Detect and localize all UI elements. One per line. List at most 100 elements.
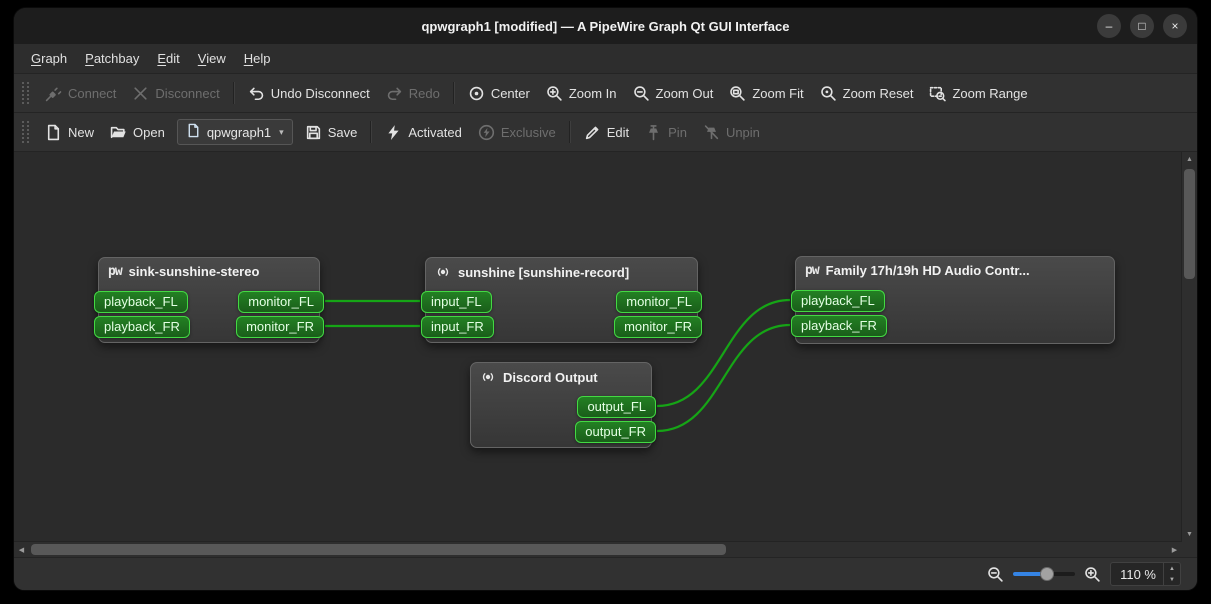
zoom-range-button[interactable]: Zoom Range [921, 81, 1035, 106]
port-playback-fr[interactable]: playback_FR [94, 316, 190, 338]
horizontal-scrollbar[interactable]: ◀ ▶ [14, 541, 1182, 557]
patchbay-file-icon [186, 123, 201, 141]
exclusive-icon [478, 124, 495, 141]
redo-label: Redo [408, 85, 440, 101]
canvas-area: pw sink-sunshine-stereo playback_FL playbac… [14, 152, 1197, 557]
zoom-out-status-icon[interactable] [987, 566, 1004, 583]
vertical-scroll-track[interactable] [1182, 167, 1197, 527]
zoom-out-button[interactable]: Zoom Out [625, 81, 722, 106]
minimize-icon: – [1105, 19, 1113, 33]
zoom-out-icon [633, 85, 650, 102]
node-title: Discord Output [503, 369, 598, 385]
node-sunshine-sunshine-record[interactable]: sunshine [sunshine-record] input_FL input_… [421, 257, 702, 343]
zoom-in-label: Zoom In [568, 85, 617, 101]
zoom-slider[interactable] [1013, 567, 1076, 581]
connect-label: Connect [68, 85, 117, 101]
vertical-scroll-thumb[interactable] [1184, 169, 1195, 279]
scroll-right-arrow-icon[interactable]: ▶ [1167, 542, 1182, 557]
zoom-reset-label: Zoom Reset [842, 85, 914, 101]
vertical-scrollbar[interactable]: ▲ ▼ [1181, 152, 1197, 542]
port-output-fl[interactable]: output_FL [577, 396, 656, 418]
redo-button[interactable]: Redo [378, 81, 448, 106]
menu-graph[interactable]: Graph [22, 47, 76, 70]
zoom-slider-handle[interactable] [1040, 567, 1055, 581]
exclusive-label: Exclusive [500, 124, 556, 140]
menu-patchbay[interactable]: Patchbay [76, 47, 148, 70]
horizontal-scroll-track[interactable] [29, 542, 1167, 557]
zoom-spin-down-icon[interactable]: ▼ [1164, 574, 1180, 585]
port-monitor-fl[interactable]: monitor_FL [616, 291, 702, 313]
close-button[interactable]: × [1163, 14, 1187, 38]
port-playback-fl[interactable]: playback_FL [94, 291, 188, 313]
patchbay-combobox[interactable]: qpwgraph1 ▾ [176, 119, 293, 145]
connect-icon [45, 85, 62, 102]
unpin-button[interactable]: Unpin [695, 120, 768, 145]
new-label: New [68, 124, 95, 140]
port-output-fr[interactable]: output_FR [575, 421, 656, 443]
menu-help[interactable]: Help [235, 47, 280, 70]
save-icon [305, 124, 322, 141]
minimize-button[interactable]: – [1097, 14, 1121, 38]
undo-disconnect-button[interactable]: Undo Disconnect [240, 81, 378, 106]
disconnect-button[interactable]: Disconnect [124, 81, 227, 106]
node-title: sink-sunshine-stereo [128, 264, 260, 279]
zoom-reset-button[interactable]: Zoom Reset [812, 81, 922, 106]
zoom-spin-up-icon[interactable]: ▲ [1164, 563, 1180, 574]
maximize-button[interactable]: □ [1130, 14, 1154, 38]
horizontal-scroll-thumb[interactable] [31, 544, 726, 555]
zoom-value: 110 % [1120, 566, 1156, 582]
scrollbar-corner [1182, 542, 1197, 557]
port-playback-fl[interactable]: playback_FL [791, 290, 885, 312]
record-icon [480, 369, 496, 385]
open-icon [110, 124, 127, 141]
edit-button[interactable]: Edit [576, 120, 637, 145]
node-sink-sunshine-stereo[interactable]: pw sink-sunshine-stereo playback_FL playbac… [94, 257, 324, 343]
zoom-fit-button[interactable]: Zoom Fit [721, 81, 811, 106]
activated-button[interactable]: Activated [377, 120, 469, 145]
save-button[interactable]: Save [297, 120, 366, 145]
exclusive-button[interactable]: Exclusive [470, 120, 564, 145]
connection-wires-layer [324, 298, 791, 433]
zoom-spin-buttons: ▲ ▼ [1163, 563, 1180, 585]
port-input-fl[interactable]: input_FL [421, 291, 492, 313]
new-button[interactable]: New [37, 120, 102, 145]
edit-icon [584, 124, 601, 141]
zoom-in-button[interactable]: Zoom In [538, 81, 625, 106]
statusbar: 110 % ▲ ▼ [14, 557, 1197, 590]
pin-button[interactable]: Pin [637, 120, 695, 145]
node-discord-output[interactable]: Discord Output output_FL output_FR [470, 362, 656, 448]
titlebar[interactable]: qpwgraph1 [modified] — A PipeWire Graph … [14, 8, 1197, 44]
pipewire-icon: pw [805, 263, 820, 278]
zoom-spinbox[interactable]: 110 % ▲ ▼ [1110, 562, 1181, 586]
menu-edit[interactable]: Edit [148, 47, 188, 70]
toolbar-main: Connect Disconnect Undo Disconnect Redo Cent… [14, 74, 1197, 113]
port-monitor-fr[interactable]: monitor_FR [236, 316, 324, 338]
disconnect-icon [132, 85, 149, 102]
port-input-fr[interactable]: input_FR [421, 316, 494, 338]
port-playback-fr[interactable]: playback_FR [791, 315, 887, 337]
undo-disconnect-label: Undo Disconnect [270, 85, 370, 101]
graph-canvas[interactable]: pw sink-sunshine-stereo playback_FL playbac… [14, 152, 1182, 542]
unpin-icon [703, 124, 720, 141]
port-monitor-fr[interactable]: monitor_FR [614, 316, 702, 338]
connect-button[interactable]: Connect [37, 81, 124, 106]
scroll-down-arrow-icon[interactable]: ▼ [1182, 527, 1197, 542]
toolbar-separator [568, 121, 571, 143]
port-monitor-fl[interactable]: monitor_FL [238, 291, 324, 313]
zoom-reset-icon [820, 85, 837, 102]
menubar: Graph Patchbay Edit View Help [14, 44, 1197, 74]
scroll-left-arrow-icon[interactable]: ◀ [14, 542, 29, 557]
toolbar-handle[interactable] [22, 121, 29, 143]
toolbar-handle[interactable] [22, 82, 29, 104]
node-title: Family 17h/19h HD Audio Contr... [825, 263, 1030, 278]
scroll-up-arrow-icon[interactable]: ▲ [1182, 152, 1197, 167]
zoom-range-icon [929, 85, 947, 102]
node-title: sunshine [sunshine-record] [458, 264, 630, 280]
open-button[interactable]: Open [102, 120, 173, 145]
close-icon: × [1171, 19, 1179, 33]
node-family-17h-19h-hd-audio-contr[interactable]: pw Family 17h/19h HD Audio Contr... playba… [791, 256, 1115, 344]
center-button[interactable]: Center [460, 81, 538, 106]
menu-view[interactable]: View [189, 47, 235, 70]
zoom-in-status-icon[interactable] [1084, 566, 1101, 583]
zoom-range-label: Zoom Range [952, 85, 1028, 101]
